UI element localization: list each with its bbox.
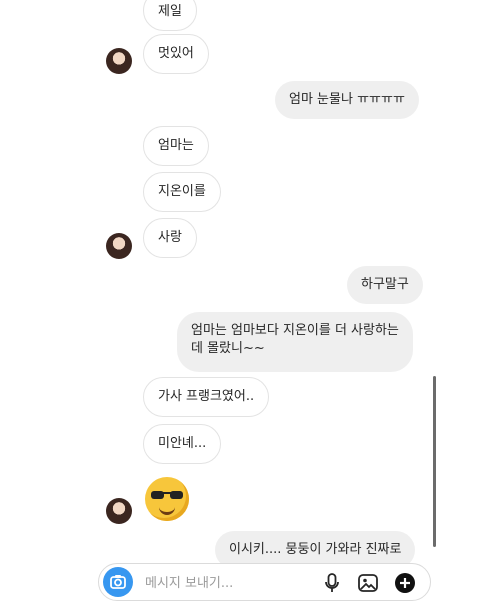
message-text: 엄마 눈물나 ㅠㅠㅠㅠ — [289, 92, 405, 107]
avatar[interactable] — [106, 48, 132, 74]
camera-button[interactable] — [103, 567, 133, 597]
message-bubble-incoming[interactable]: 미안녜... — [143, 424, 222, 464]
microphone-icon[interactable] — [320, 571, 344, 595]
avatar[interactable] — [106, 233, 132, 259]
avatar[interactable] — [106, 498, 132, 524]
smile-mark — [159, 505, 175, 515]
message-bubble-outgoing[interactable]: 엄마는 엄마보다 지온이를 더 사랑하는 데 몰랐니~~ — [177, 312, 413, 372]
add-circle-icon[interactable] — [393, 571, 417, 595]
message-composer — [98, 563, 431, 601]
message-text: 지온이를 — [158, 184, 206, 199]
message-bubble-outgoing[interactable]: 하구말구 — [347, 266, 423, 304]
message-bubble-outgoing[interactable]: 엄마 눈물나 ㅠㅠㅠㅠ — [275, 81, 419, 119]
message-input[interactable] — [143, 571, 317, 595]
sunglasses-emoji[interactable] — [145, 477, 189, 521]
message-text: 제일 — [158, 4, 182, 19]
message-text-line: 데 몰랐니~~ — [191, 341, 265, 356]
message-text-line: 엄마는 엄마보다 지온이를 더 사랑하는 — [191, 323, 399, 338]
message-text: 사랑 — [158, 230, 182, 245]
message-text: 가사 프랭크였어.. — [158, 389, 255, 404]
message-text: 이시키.... 뭉둥이 가와라 진짜로 — [229, 542, 402, 557]
message-bubble-incoming[interactable]: 가사 프랭크였어.. — [143, 377, 270, 417]
message-bubble-incoming[interactable]: 엄마는 — [143, 126, 209, 166]
message-text: 하구말구 — [361, 277, 409, 292]
image-icon[interactable] — [356, 571, 380, 595]
message-text: 엄마는 — [158, 138, 194, 153]
message-text: 멋있어 — [158, 46, 194, 61]
message-bubble-incoming[interactable]: 제일 — [143, 0, 197, 31]
message-bubble-incoming[interactable]: 사랑 — [143, 218, 197, 258]
sunglasses-icon — [151, 491, 183, 499]
message-bubble-incoming[interactable]: 멋있어 — [143, 34, 209, 74]
message-text: 미안녜... — [158, 436, 207, 451]
message-bubble-incoming[interactable]: 지온이를 — [143, 172, 221, 212]
camera-icon — [110, 575, 126, 589]
scrollbar[interactable] — [433, 376, 436, 547]
